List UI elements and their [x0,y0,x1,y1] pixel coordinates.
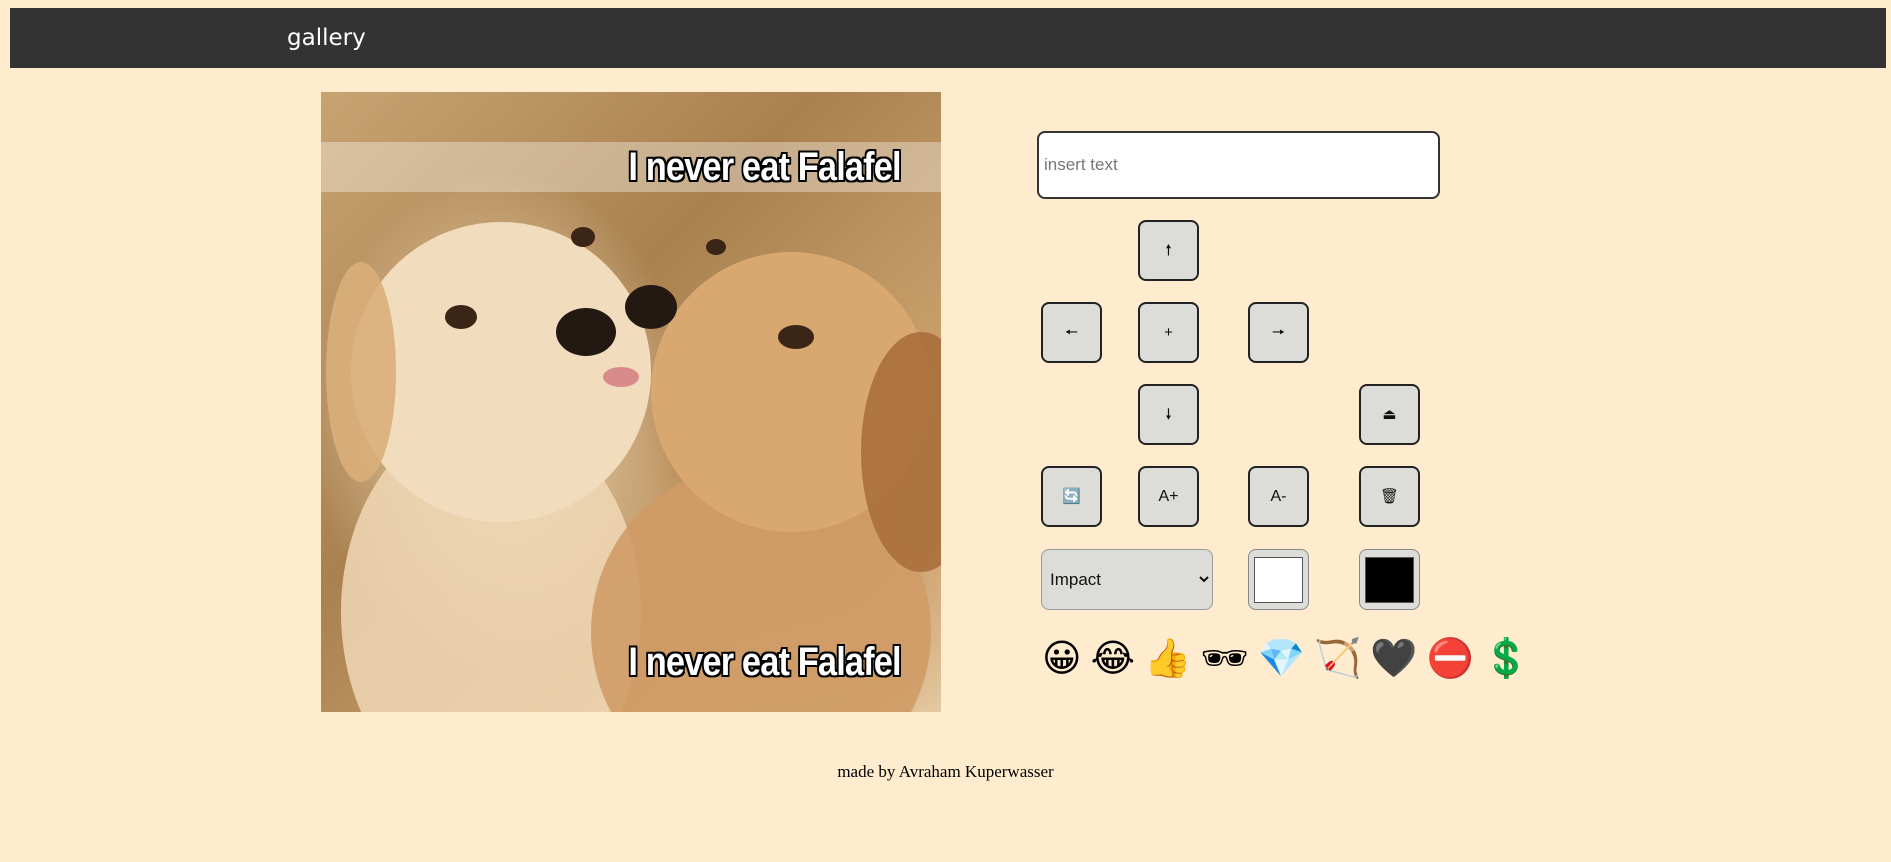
switch-line-button[interactable]: 🔄 [1041,466,1102,527]
plus-icon: + [1164,324,1173,341]
stroke-color-picker[interactable] [1248,549,1309,610]
decrease-font-button[interactable]: A- [1248,466,1309,527]
delete-line-button[interactable]: 🗑 [1359,466,1420,527]
meme-top-text[interactable]: I never eat Falafel [629,142,902,192]
sticker-bow-and-arrow-icon[interactable]: 🏹 [1314,633,1361,683]
stroke-color-swatch [1254,556,1303,603]
move-left-button[interactable]: 🠔 [1041,302,1102,363]
sticker-grinning-face-icon[interactable]: 😀 [1042,633,1082,683]
meme-text-input[interactable] [1037,131,1440,199]
arrow-right-icon: 🠖 [1271,324,1286,341]
trash-icon: 🗑 [1379,488,1400,505]
meme-bottom-text[interactable]: I never eat Falafel [629,637,902,687]
move-down-button[interactable]: 🠗 [1138,384,1199,445]
sticker-diamond-icon[interactable]: 💎 [1258,633,1305,683]
font-family-select[interactable]: Impact [1041,549,1213,610]
sticker-no-entry-icon[interactable]: ⛔ [1427,633,1474,683]
switch-icon: 🔄 [1062,488,1081,505]
meme-canvas[interactable]: I never eat Falafel I never eat Falafel [321,92,941,712]
footer-credit: made by Avraham Kuperwasser [837,762,1054,781]
fill-color-swatch [1365,556,1414,603]
increase-font-button[interactable]: A+ [1138,466,1199,527]
increase-font-label: A+ [1158,487,1179,505]
save-icon: ⏏ [1382,406,1397,423]
move-right-button[interactable]: 🠖 [1248,302,1309,363]
arrow-left-icon: 🠔 [1064,324,1079,341]
gallery-link[interactable]: gallery [287,8,366,68]
sticker-dollar-sign-icon[interactable]: 💲 [1483,633,1530,683]
add-line-button[interactable]: + [1138,302,1199,363]
arrow-down-icon: 🠗 [1165,406,1172,423]
sticker-thumbs-up-icon[interactable]: 👍 [1144,633,1191,683]
decrease-font-label: A- [1270,487,1287,505]
sticker-black-heart-icon[interactable]: 🖤 [1370,633,1417,683]
sticker-sunglasses-icon[interactable]: 🕶 [1200,633,1248,683]
save-button[interactable]: ⏏ [1359,384,1420,445]
sticker-joy-face-icon[interactable]: 😂 [1091,633,1135,683]
arrow-up-icon: 🠕 [1165,242,1172,259]
top-nav-bar: gallery [10,8,1886,68]
move-up-button[interactable]: 🠕 [1138,220,1199,281]
fill-color-picker[interactable] [1359,549,1420,610]
sticker-bar: 😀 😂 👍 🕶 💎 🏹 🖤 ⛔ 💲 [1042,633,1530,683]
